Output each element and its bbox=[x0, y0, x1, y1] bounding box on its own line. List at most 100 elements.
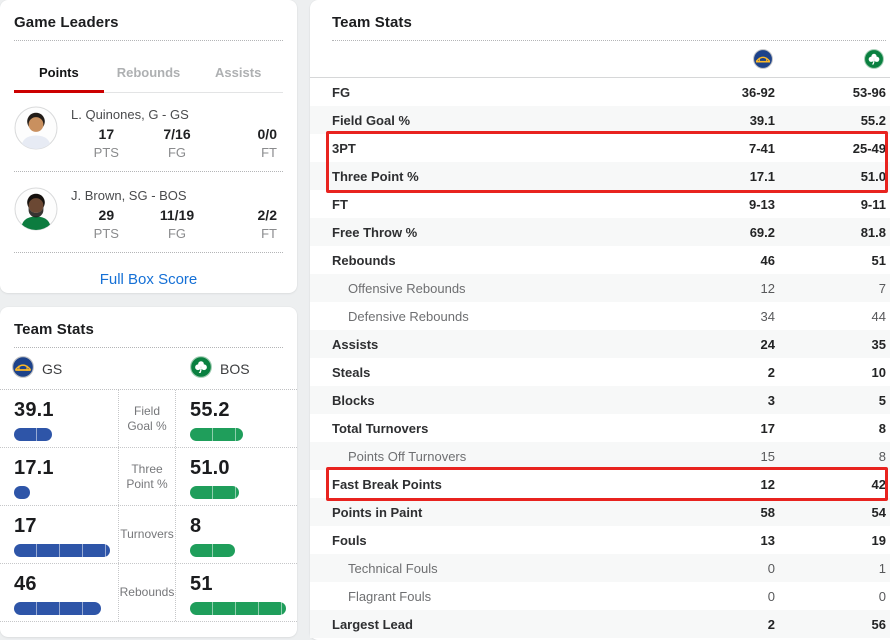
tab-points[interactable]: Points bbox=[14, 54, 104, 92]
stat-label: Rebounds bbox=[118, 564, 176, 621]
stat-label: Turnovers bbox=[118, 506, 176, 563]
bos-value: 35 bbox=[775, 337, 886, 352]
gs-value: 12 bbox=[685, 281, 775, 296]
bos-value: 9-11 bbox=[775, 197, 886, 212]
stat-label: 3PT bbox=[332, 141, 685, 156]
table-row: Total Turnovers 17 8 bbox=[310, 414, 890, 442]
stat-label: Blocks bbox=[332, 393, 685, 408]
stat-label: FT bbox=[212, 145, 277, 160]
bos-value: 81.8 bbox=[775, 225, 886, 240]
stat-value: 29 bbox=[71, 207, 142, 223]
bos-value: 51 bbox=[775, 253, 886, 268]
team-stat-compare-row: 17 Turnovers 8 bbox=[0, 506, 297, 564]
table-row: Steals 2 10 bbox=[310, 358, 890, 386]
stat-value: 0/0 bbox=[212, 126, 277, 142]
leader-stats: 29 PTS 11/19 FG 2/2 FT bbox=[71, 207, 283, 241]
full-box-score-link[interactable]: Full Box Score bbox=[0, 255, 297, 300]
bos-side: 55.2 bbox=[176, 390, 297, 447]
bos-value: 7 bbox=[775, 281, 886, 296]
table-body: FG 36-92 53-96 Field Goal % 39.1 55.2 3P… bbox=[310, 78, 890, 638]
stat-label: PTS bbox=[71, 226, 142, 241]
gs-value: 69.2 bbox=[685, 225, 775, 240]
table-row: Flagrant Fouls 0 0 bbox=[310, 582, 890, 610]
bos-value: 19 bbox=[775, 533, 886, 548]
stat-value: 2/2 bbox=[212, 207, 277, 223]
stat-label: Fast Break Points bbox=[332, 477, 685, 492]
bos-bar bbox=[190, 602, 286, 615]
bos-value: 53-96 bbox=[775, 85, 886, 100]
bos-bar bbox=[190, 544, 235, 557]
game-leaders-title: Game Leaders bbox=[0, 0, 297, 40]
bos-value: 8 bbox=[190, 515, 297, 538]
gs-value: 13 bbox=[685, 533, 775, 548]
team-chip-gs: GS bbox=[12, 348, 62, 389]
celtics-logo-icon bbox=[190, 356, 212, 381]
stat-label: Points in Paint bbox=[332, 505, 685, 520]
stat-label: Offensive Rebounds bbox=[332, 281, 685, 296]
bos-side: 51 bbox=[176, 564, 297, 621]
bos-value: 51.0 bbox=[190, 457, 297, 480]
bos-value: 55.2 bbox=[190, 399, 297, 422]
bos-value: 25-49 bbox=[775, 141, 886, 156]
gs-value: 39.1 bbox=[14, 399, 118, 422]
table-row: Free Throw % 69.2 81.8 bbox=[310, 218, 890, 246]
leader-stat: 11/19 FG bbox=[142, 207, 213, 241]
gs-bar bbox=[14, 602, 101, 615]
table-row: Points in Paint 58 54 bbox=[310, 498, 890, 526]
leader-row[interactable]: L. Quinones, G - GS 17 PTS 7/16 FG 0/0 F… bbox=[0, 93, 297, 169]
team-stats-table-card: Team Stats FG 36-92 53-96 Field Goal % 3… bbox=[310, 0, 890, 640]
bos-side: 8 bbox=[176, 506, 297, 563]
player-avatar[interactable] bbox=[14, 106, 58, 155]
table-row: Largest Lead 2 56 bbox=[310, 610, 890, 638]
bos-side: 51.0 bbox=[176, 448, 297, 505]
stat-label: FG bbox=[142, 226, 213, 241]
team-stat-compare-row: 39.1 Field Goal % 55.2 bbox=[0, 390, 297, 448]
gs-bar bbox=[14, 486, 30, 499]
warriors-logo-icon bbox=[12, 356, 34, 381]
stat-label: Field Goal % bbox=[118, 390, 176, 447]
leader-row[interactable]: J. Brown, SG - BOS 29 PTS 11/19 FG 2/2 F… bbox=[0, 174, 297, 250]
table-row: Three Point % 17.1 51.0 bbox=[310, 162, 890, 190]
gs-value: 17.1 bbox=[14, 457, 118, 480]
table-header-row bbox=[310, 41, 890, 78]
stat-label: Three Point % bbox=[118, 448, 176, 505]
stat-label: FT bbox=[332, 197, 685, 212]
leader-stat: 7/16 FG bbox=[142, 126, 213, 160]
table-row: Points Off Turnovers 15 8 bbox=[310, 442, 890, 470]
player-avatar[interactable] bbox=[14, 187, 58, 236]
gs-value: 12 bbox=[685, 477, 775, 492]
bos-value: 51 bbox=[190, 573, 297, 596]
table-row: Defensive Rebounds 34 44 bbox=[310, 302, 890, 330]
teams-row: GS BOS bbox=[0, 348, 297, 390]
stat-label: FG bbox=[332, 85, 685, 100]
player-name[interactable]: L. Quinones, G - GS bbox=[71, 107, 283, 122]
leader-main: J. Brown, SG - BOS 29 PTS 11/19 FG 2/2 F… bbox=[71, 187, 283, 241]
gs-side: 17 bbox=[0, 506, 118, 563]
gs-value: 36-92 bbox=[685, 85, 775, 100]
leader-stat: 17 PTS bbox=[71, 126, 142, 160]
table-row: FT 9-13 9-11 bbox=[310, 190, 890, 218]
team-abbr-bos: BOS bbox=[220, 361, 250, 377]
bos-value: 44 bbox=[775, 309, 886, 324]
team-abbr-gs: GS bbox=[42, 361, 62, 377]
team-stat-compare-row: 46 Rebounds 51 bbox=[0, 564, 297, 622]
stat-label: Defensive Rebounds bbox=[332, 309, 685, 324]
gs-value: 39.1 bbox=[685, 113, 775, 128]
gs-value: 2 bbox=[685, 365, 775, 380]
bos-value: 10 bbox=[775, 365, 886, 380]
tab-assists[interactable]: Assists bbox=[193, 54, 283, 92]
leaders-list: L. Quinones, G - GS 17 PTS 7/16 FG 0/0 F… bbox=[0, 93, 297, 253]
stat-label: Total Turnovers bbox=[332, 421, 685, 436]
tab-rebounds[interactable]: Rebounds bbox=[104, 54, 194, 92]
leader-main: L. Quinones, G - GS 17 PTS 7/16 FG 0/0 F… bbox=[71, 106, 283, 160]
gs-value: 34 bbox=[685, 309, 775, 324]
bos-value: 56 bbox=[775, 617, 886, 632]
table-row: Offensive Rebounds 12 7 bbox=[310, 274, 890, 302]
team-stats-mini-card: Team Stats GS BOS 39.1 Field Goal % bbox=[0, 307, 297, 637]
team-stats-table-title: Team Stats bbox=[310, 0, 890, 40]
leaders-tabs: PointsReboundsAssists bbox=[14, 54, 283, 93]
player-name[interactable]: J. Brown, SG - BOS bbox=[71, 188, 283, 203]
team-chip-bos: BOS bbox=[190, 348, 250, 389]
stat-label: Points Off Turnovers bbox=[332, 449, 685, 464]
bos-value: 1 bbox=[775, 561, 886, 576]
